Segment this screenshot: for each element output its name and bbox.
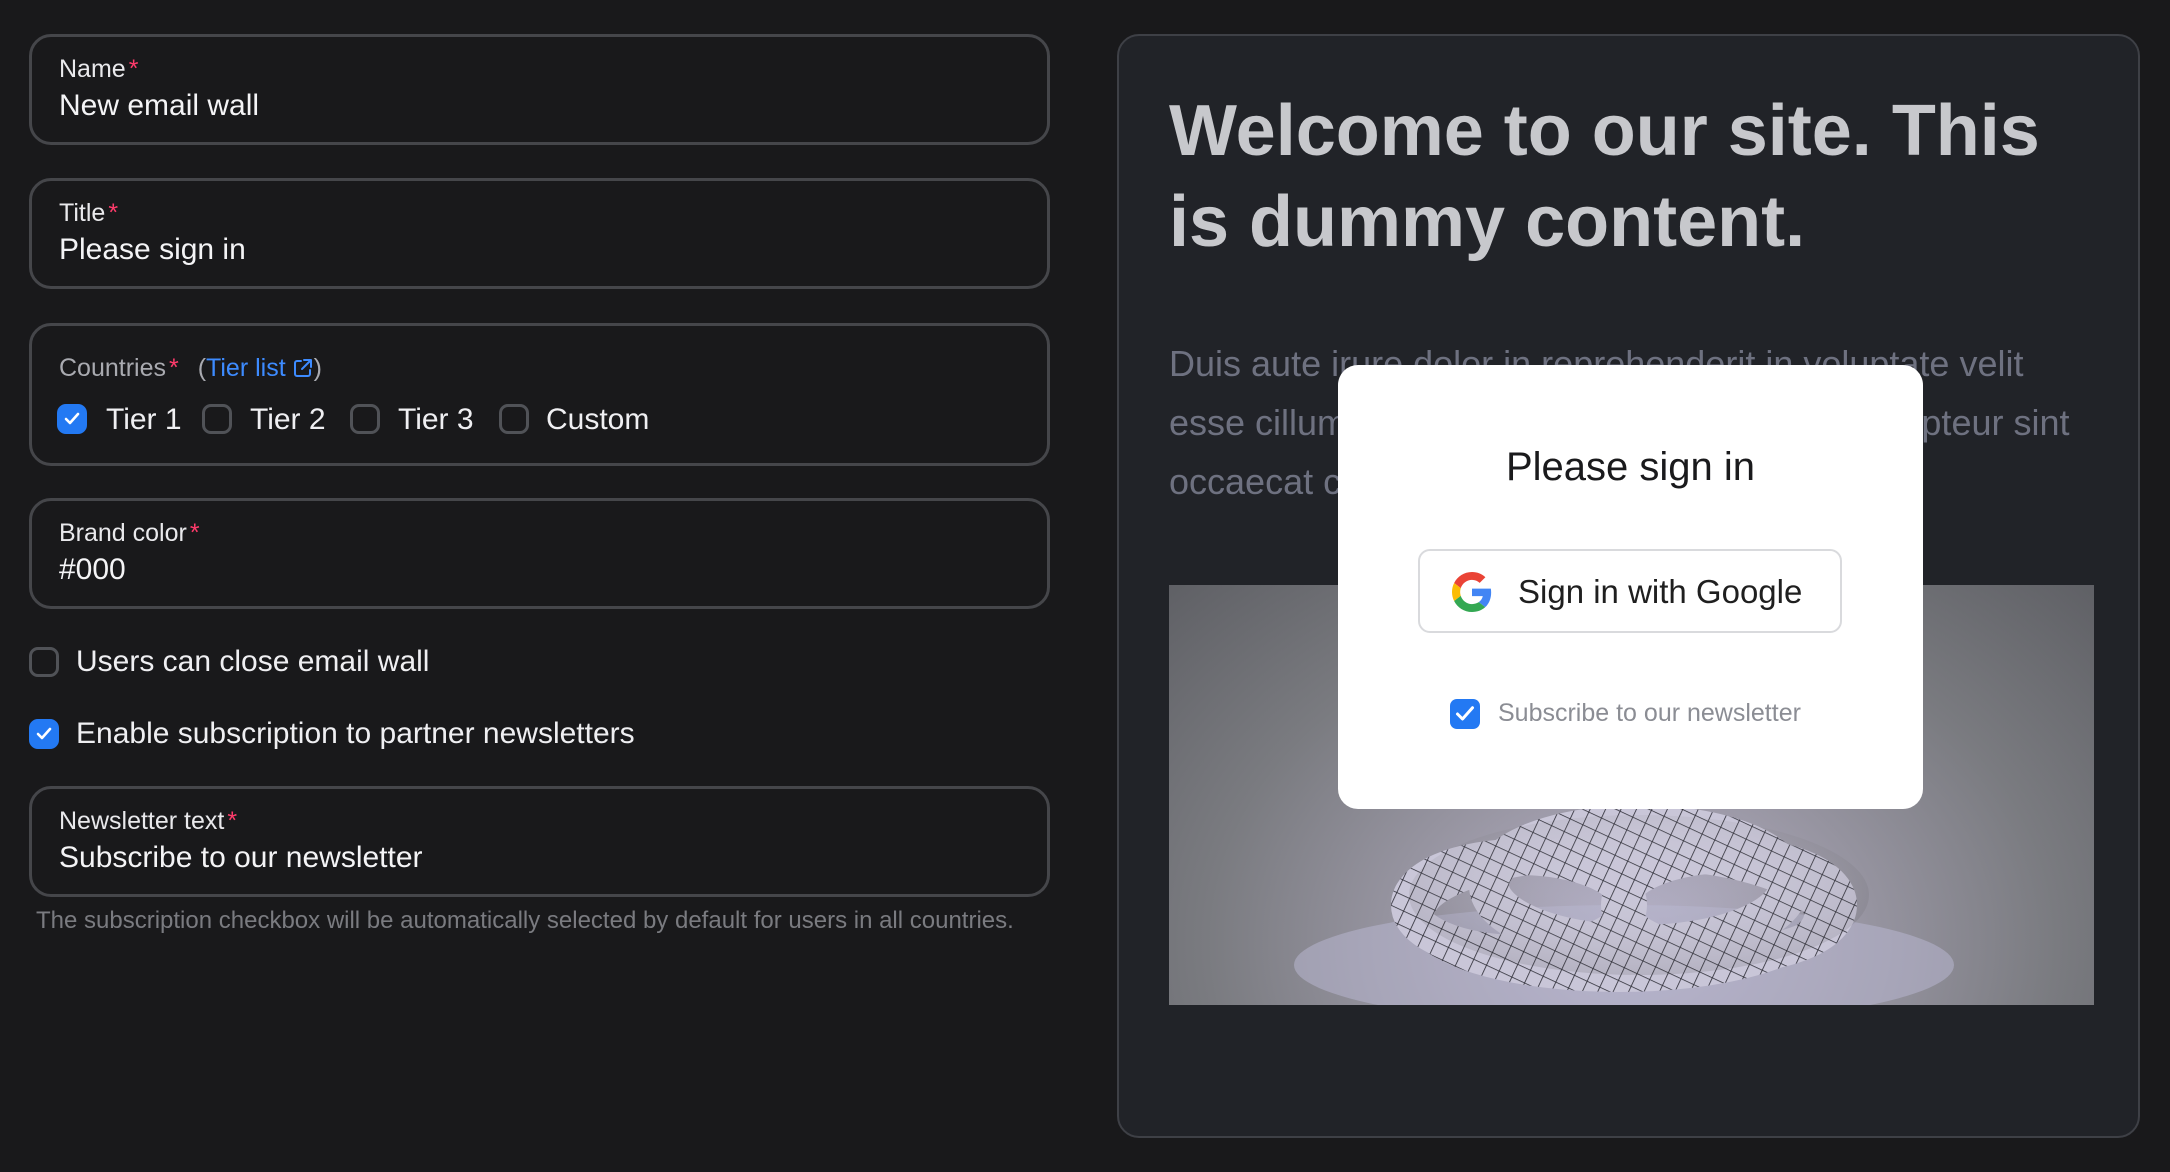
sign-in-modal: Please sign in Sign in with Google Subsc… <box>1338 365 1923 809</box>
enable-subscription-label: Enable subscription to partner newslette… <box>76 717 635 750</box>
google-icon <box>1452 572 1492 612</box>
name-field[interactable]: Name * New email wall <box>29 34 1050 145</box>
check-icon <box>1456 706 1474 721</box>
newsletter-text-label: Newsletter text * <box>59 807 238 835</box>
newsletter-text-input[interactable]: Subscribe to our newsletter <box>59 841 423 875</box>
helper-text: The subscription checkbox will be automa… <box>36 907 1014 934</box>
custom-checkbox[interactable] <box>499 404 529 434</box>
external-link-icon <box>293 359 312 377</box>
countries-label: Countries * (Tier list) <box>59 354 322 382</box>
users-can-close-label: Users can close email wall <box>76 645 430 678</box>
tier-list-link[interactable]: Tier list <box>206 354 314 382</box>
google-sign-in-button[interactable]: Sign in with Google <box>1418 549 1842 633</box>
tier-1-label: Tier 1 <box>106 403 182 436</box>
users-can-close-checkbox[interactable] <box>29 647 59 677</box>
name-input[interactable]: New email wall <box>59 89 259 123</box>
tier-2-checkbox[interactable] <box>202 404 232 434</box>
countries-field: Countries * (Tier list) Tier 1 Tier 2 Tie… <box>29 323 1050 466</box>
brand-color-label: Brand color * <box>59 519 200 547</box>
modal-title: Please sign in <box>1505 445 1756 489</box>
email-wall-preview: Welcome to our site. This is dummy conte… <box>1117 34 2140 1138</box>
tier-3-label: Tier 3 <box>398 403 474 436</box>
title-label: Title * <box>59 199 119 227</box>
title-input[interactable]: Please sign in <box>59 233 246 267</box>
check-icon <box>36 727 52 740</box>
newsletter-text-field[interactable]: Newsletter text * Subscribe to our newsle… <box>29 786 1050 897</box>
tier-3-checkbox[interactable] <box>350 404 380 434</box>
name-label: Name * <box>59 55 139 83</box>
modal-newsletter-label: Subscribe to our newsletter <box>1498 699 1801 727</box>
title-field[interactable]: Title * Please sign in <box>29 178 1050 289</box>
brand-color-field[interactable]: Brand color * #000 <box>29 498 1050 609</box>
check-icon <box>64 412 80 425</box>
enable-subscription-checkbox[interactable] <box>29 719 59 749</box>
google-button-label: Sign in with Google <box>1518 573 1803 610</box>
tier-1-checkbox[interactable] <box>57 404 87 434</box>
custom-label: Custom <box>546 403 650 436</box>
modal-newsletter-checkbox[interactable] <box>1450 699 1480 729</box>
tier-2-label: Tier 2 <box>250 403 326 436</box>
preview-heading: Welcome to our site. This is dummy conte… <box>1169 91 2040 262</box>
brand-color-input[interactable]: #000 <box>59 553 126 587</box>
